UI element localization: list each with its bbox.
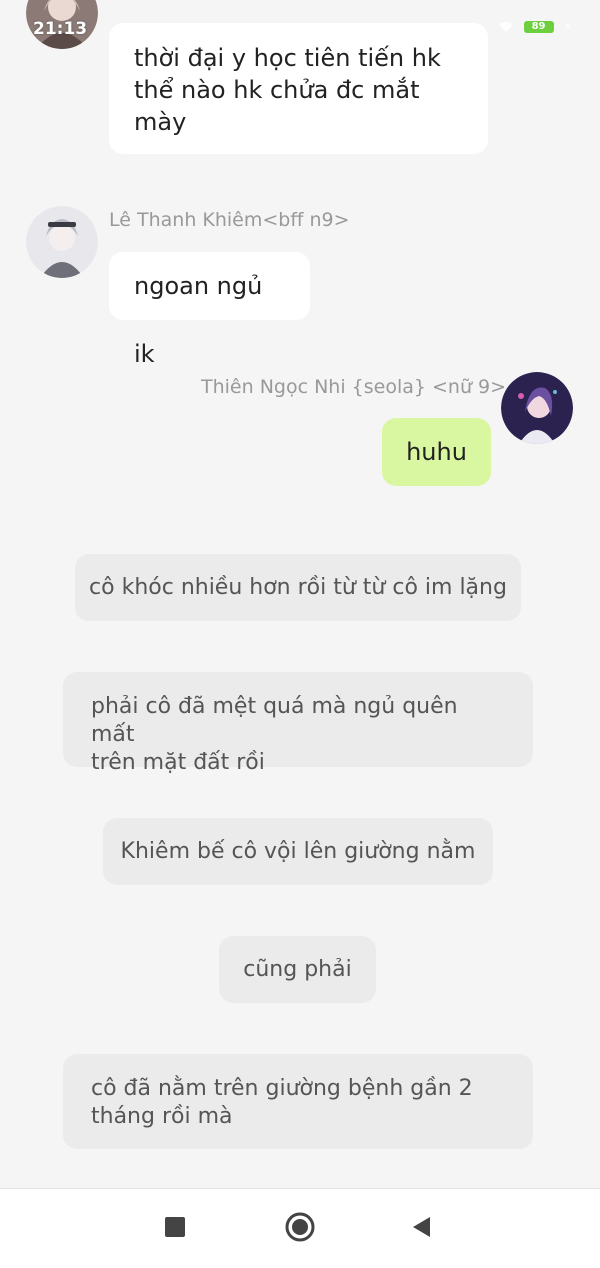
narration-text: cô đã nằm trên giường bệnh gần 2 tháng r…: [63, 1054, 533, 1149]
status-time: 21:13: [33, 19, 88, 39]
message-bubble-mine[interactable]: huhu: [382, 418, 491, 486]
narration-text: phải cô đã mệt quá mà ngủ quên mất trên …: [63, 672, 533, 775]
triangle-back-icon[interactable]: [410, 1215, 432, 1239]
status-icons: 89 ⚡: [498, 20, 572, 34]
avatar[interactable]: [501, 372, 573, 444]
narration-text: Khiêm bế cô vội lên giường nằm: [103, 818, 493, 885]
charging-icon: ⚡: [563, 20, 572, 34]
narration-text: cũng phải: [219, 936, 376, 1003]
sender-name: Thiên Ngọc Nhi {seola} <nữ 9>: [201, 376, 507, 398]
wifi-icon: [498, 22, 513, 32]
battery-icon: 89: [523, 21, 554, 33]
circle-home-icon[interactable]: [285, 1212, 315, 1242]
message-bubble[interactable]: thời đại y học tiên tiến hk thể nào hk c…: [109, 23, 488, 154]
sender-name: Lê Thanh Khiêm<bff n9>: [109, 209, 350, 231]
square-icon[interactable]: [165, 1217, 185, 1237]
narration-text: cô khóc nhiều hơn rồi từ từ cô im lặng: [75, 554, 521, 621]
message-bubble[interactable]: ngoan ngủ ik: [109, 252, 310, 368]
avatar[interactable]: [26, 206, 98, 278]
